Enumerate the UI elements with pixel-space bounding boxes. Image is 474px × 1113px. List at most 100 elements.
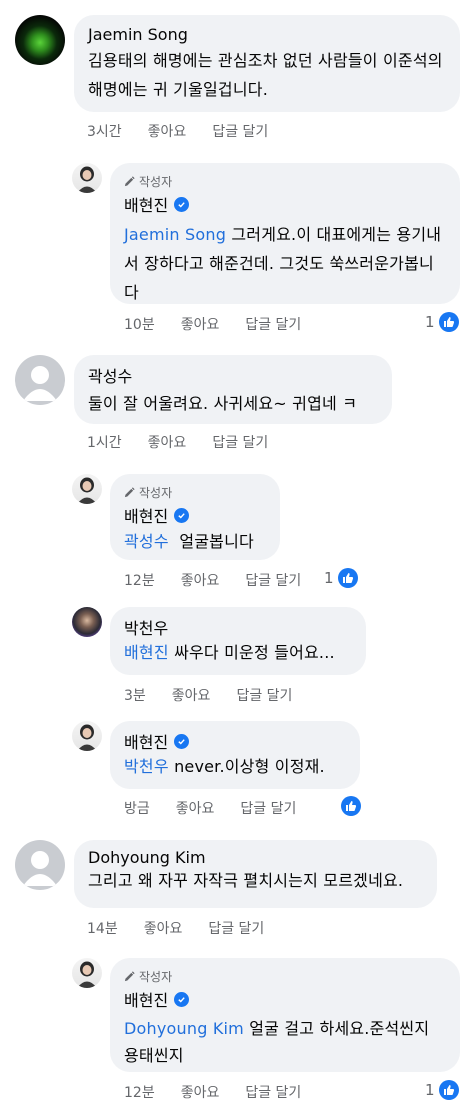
comment-author[interactable]: 배현진 (124, 192, 446, 216)
comment-body: never.이상형 이정재. (174, 757, 325, 776)
reaction-number: 1 (324, 569, 334, 587)
author-name[interactable]: Dohyoung Kim (88, 848, 206, 867)
like-reaction[interactable] (341, 796, 361, 816)
default-profile-icon (23, 851, 57, 886)
comment-author[interactable]: Dohyoung Kim (88, 848, 423, 867)
person-photo-icon (77, 477, 97, 504)
mention-link[interactable]: 박천우 (124, 757, 169, 776)
comment-actions: 3분 좋아요 답글 달기 (124, 685, 292, 705)
verified-icon (174, 991, 190, 1007)
like-button[interactable]: 좋아요 (172, 685, 211, 705)
avatar[interactable] (15, 355, 65, 405)
like-reaction-icon (341, 796, 361, 816)
author-name[interactable]: 배현진 (124, 503, 168, 527)
reply-button[interactable]: 답글 달기 (212, 432, 268, 452)
avatar[interactable] (72, 958, 102, 988)
avatar[interactable] (72, 721, 102, 751)
comment-text: Dohyoung Kim 얼굴 걸고 하세요.준석씬지 용태씬지 (124, 1015, 446, 1069)
reaction-count[interactable]: 1 (425, 1080, 459, 1100)
timestamp[interactable]: 12분 (124, 1082, 155, 1102)
person-photo-icon (77, 166, 97, 193)
person-photo-icon (77, 724, 97, 751)
comment-author[interactable]: Jaemin Song (88, 25, 446, 44)
comment-actions: 14분 좋아요 답글 달기 (87, 918, 264, 938)
comment-body: 얼굴봅니다 (179, 532, 254, 551)
verified-icon (174, 733, 190, 749)
comment-bubble: 곽성수 둘이 잘 어울려요. 사귀세요~ 귀엽네 ㅋ (74, 355, 392, 424)
author-name[interactable]: 배현진 (124, 987, 168, 1011)
author-name[interactable]: 배현진 (124, 729, 168, 753)
comment-author[interactable]: 박천우 (124, 615, 352, 639)
reply-button[interactable]: 답글 달기 (240, 798, 296, 818)
avatar[interactable] (15, 840, 65, 890)
like-button[interactable]: 좋아요 (181, 314, 220, 334)
comment-text: Jaemin Song 그러게요.이 대표에게는 용기내서 장하다고 해준건데.… (124, 220, 446, 307)
avatar[interactable] (72, 163, 102, 193)
verified-icon (174, 196, 190, 212)
comment-actions: 방금 좋아요 답글 달기 (124, 798, 296, 818)
comment-bubble: 작성자 배현진 Dohyoung Kim 얼굴 걸고 하세요.준석씬지 용태씬지 (110, 958, 460, 1072)
author-badge-label: 작성자 (139, 486, 173, 500)
mention-link[interactable]: 배현진 (124, 643, 169, 662)
default-profile-icon (23, 366, 57, 401)
timestamp[interactable]: 12분 (124, 570, 155, 590)
comment-bubble: Jaemin Song 김용태의 해명에는 관심조차 없던 사람들이 이준석의 … (74, 15, 460, 112)
mention-link[interactable]: Dohyoung Kim (124, 1019, 244, 1038)
mention-link[interactable]: 곽성수 (124, 532, 169, 551)
reaction-number: 1 (425, 313, 435, 331)
reply-button[interactable]: 답글 달기 (245, 1082, 301, 1102)
reply-button[interactable]: 답글 달기 (208, 918, 264, 938)
avatar[interactable] (15, 15, 65, 65)
comment-bubble: 작성자 배현진 곽성수 얼굴봅니다 (110, 474, 280, 560)
comment-actions: 10분 좋아요 답글 달기 (124, 314, 301, 334)
timestamp[interactable]: 14분 (87, 918, 118, 938)
timestamp[interactable]: 1시간 (87, 432, 122, 452)
author-name[interactable]: Jaemin Song (88, 25, 188, 44)
author-badge: 작성자 (124, 968, 446, 985)
comment-text: 곽성수 얼굴봅니다 (124, 531, 266, 553)
timestamp[interactable]: 3분 (124, 685, 146, 705)
avatar[interactable] (72, 474, 102, 504)
mention-link[interactable]: Jaemin Song (124, 225, 226, 244)
like-button[interactable]: 좋아요 (148, 121, 187, 141)
comment-text: 배현진 싸우다 미운정 들어요... (124, 641, 352, 665)
author-badge: 작성자 (124, 173, 446, 190)
reaction-count[interactable]: 1 (324, 568, 358, 588)
author-name[interactable]: 곽성수 (88, 363, 132, 387)
like-reaction-icon (337, 568, 358, 588)
author-badge: 작성자 (124, 484, 266, 501)
like-button[interactable]: 좋아요 (181, 1082, 220, 1102)
comment-actions: 1시간 좋아요 답글 달기 (87, 432, 268, 452)
comment-text: 그리고 왜 자꾸 자작극 펼치시는지 모르겠네요. (88, 871, 404, 890)
comment-actions: 3시간 좋아요 답글 달기 (87, 121, 268, 141)
like-reaction-icon (438, 1080, 459, 1100)
timestamp[interactable]: 10분 (124, 314, 155, 334)
author-name[interactable]: 배현진 (124, 192, 168, 216)
comment-actions: 12분 좋아요 답글 달기 (124, 1082, 301, 1102)
like-button[interactable]: 좋아요 (148, 432, 187, 452)
like-button[interactable]: 좋아요 (181, 570, 220, 590)
timestamp[interactable]: 방금 (124, 798, 150, 818)
comment-author[interactable]: 배현진 (124, 729, 346, 753)
comment-bubble: 배현진 박천우 never.이상형 이정재. (110, 721, 360, 789)
comment-author[interactable]: 배현진 (124, 503, 266, 527)
comment-text: 둘이 잘 어울려요. 사귀세요~ 귀엽네 ㅋ (88, 394, 358, 413)
author-badge-label: 작성자 (139, 970, 173, 984)
reaction-count[interactable]: 1 (425, 312, 459, 332)
like-button[interactable]: 좋아요 (176, 798, 215, 818)
comment-author[interactable]: 배현진 (124, 987, 446, 1011)
timestamp[interactable]: 3시간 (87, 121, 122, 141)
pencil-icon (124, 971, 135, 982)
comment-author[interactable]: 곽성수 (88, 363, 378, 387)
reply-button[interactable]: 답글 달기 (212, 121, 268, 141)
like-reaction-icon (438, 312, 459, 332)
comment-bubble: 작성자 배현진 Jaemin Song 그러게요.이 대표에게는 용기내서 장하… (110, 163, 460, 304)
like-button[interactable]: 좋아요 (144, 918, 183, 938)
person-photo-icon (77, 961, 97, 988)
reply-button[interactable]: 답글 달기 (245, 314, 301, 334)
reply-button[interactable]: 답글 달기 (245, 570, 301, 590)
reaction-number: 1 (425, 1081, 435, 1099)
reply-button[interactable]: 답글 달기 (236, 685, 292, 705)
author-name[interactable]: 박천우 (124, 615, 168, 639)
avatar[interactable] (72, 607, 102, 637)
